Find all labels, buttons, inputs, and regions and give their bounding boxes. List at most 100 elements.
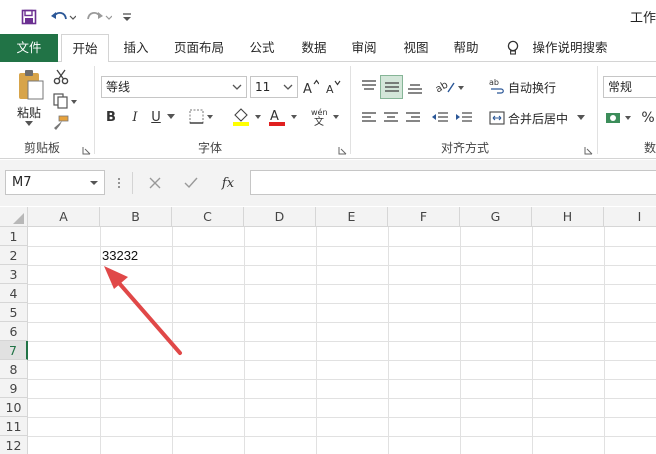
orientation-icon[interactable]: ab [434,76,468,98]
clipboard-group-label: 剪贴板 [23,141,60,155]
cut-icon[interactable] [52,68,70,86]
decrease-indent-icon[interactable] [430,108,450,128]
wrap-text-button[interactable]: 自动换行 [508,79,556,96]
formula-input[interactable] [250,170,656,195]
phonetic-guide-icon[interactable]: wén 文 [308,106,342,128]
column-header-g[interactable]: G [460,207,532,227]
font-group-label: 字体 [197,141,222,155]
font-launcher-icon[interactable] [338,144,347,155]
column-header-a[interactable]: A [28,207,100,227]
tell-me-search[interactable]: 操作说明搜索 [530,34,610,62]
formula-bar: M7 fx [0,160,656,206]
number-format-select[interactable]: 常规 [603,76,656,98]
middle-align-icon[interactable] [380,75,403,99]
borders-icon[interactable] [188,107,216,127]
font-size-value: 11 [255,80,271,94]
row-header-9[interactable]: 9 [0,379,28,398]
copy-icon[interactable] [52,92,78,110]
paste-dropdown-icon[interactable] [24,120,34,128]
customize-icon[interactable] [118,6,136,28]
column-header-i[interactable]: I [604,207,656,227]
align-left-icon[interactable] [360,108,378,128]
row-header-11[interactable]: 11 [0,417,28,436]
tab-formulas[interactable]: 公式 [242,34,282,62]
bottom-align-icon[interactable] [404,76,426,98]
row-header-1[interactable]: 1 [0,227,28,246]
ribbon-tabs: 文件 开始 插入 页面布局 公式 数据 审阅 视图 帮助 操作说明搜索 [0,34,656,63]
number-format-value: 常规 [608,80,633,94]
more-options-icon[interactable] [114,173,124,193]
svg-text:ab: ab [489,78,499,87]
insert-function-button[interactable]: fx [216,173,240,193]
group-separator [350,66,351,154]
name-box[interactable]: M7 [5,170,105,195]
column-header-h[interactable]: H [532,207,604,227]
increase-font-size-icon[interactable]: A [302,77,320,97]
merge-dropdown-icon[interactable] [576,114,586,122]
paste-icon[interactable] [14,68,48,102]
worksheet-grid[interactable]: A B C D E F G H I 1 2 3 4 5 6 7 8 9 10 1… [0,207,656,454]
underline-dropdown-icon[interactable] [166,113,176,121]
align-center-icon[interactable] [382,108,400,128]
row-header-3[interactable]: 3 [0,265,28,284]
tab-help[interactable]: 帮助 [446,34,486,62]
tab-review[interactable]: 审阅 [344,34,384,62]
align-right-icon[interactable] [404,108,422,128]
quick-access-toolbar: 工作 [0,0,656,34]
enter-icon[interactable] [182,173,200,193]
tab-home[interactable]: 开始 [61,34,109,63]
font-name-select[interactable]: 等线 [101,76,247,98]
fill-color-icon[interactable] [230,106,264,128]
top-align-icon[interactable] [358,76,380,98]
chevron-down-icon [283,77,293,105]
accounting-format-icon[interactable] [604,108,634,128]
row-header-8[interactable]: 8 [0,360,28,379]
row-header-2[interactable]: 2 [0,246,28,265]
chevron-down-icon [90,171,98,202]
cancel-icon[interactable] [146,173,164,193]
decrease-font-size-icon[interactable]: A [324,77,342,97]
gridline [28,398,656,399]
tab-insert[interactable]: 插入 [118,34,154,62]
row-header-10[interactable]: 10 [0,398,28,417]
row-header-6[interactable]: 6 [0,322,28,341]
increase-indent-icon[interactable] [454,108,474,128]
tab-data[interactable]: 数据 [294,34,334,62]
window-title: 工作 [629,11,656,26]
lightbulb-icon [504,39,522,57]
italic-button[interactable]: I [127,107,143,127]
select-all-corner[interactable] [0,207,28,227]
svg-text:wén: wén [311,107,328,117]
row-header-5[interactable]: 5 [0,303,28,322]
gridline [28,417,656,418]
tab-view[interactable]: 视图 [396,34,436,62]
format-painter-icon[interactable] [52,114,70,132]
column-header-b[interactable]: B [100,207,172,227]
percent-style-button[interactable]: % [640,108,656,128]
save-icon[interactable] [18,6,40,28]
merge-center-button[interactable]: 合并后居中 [508,110,568,127]
svg-text:A: A [303,82,312,95]
alignment-launcher-icon[interactable] [584,144,593,155]
wrap-text-icon[interactable]: ab [488,76,506,96]
undo-icon[interactable] [48,6,78,28]
column-header-d[interactable]: D [244,207,316,227]
column-header-f[interactable]: F [388,207,460,227]
paste-label[interactable]: 粘贴 [17,104,41,121]
ribbon-home: 粘贴 剪贴板 等线 11 A A B I U A wén 文 字体 ab ab … [0,62,656,159]
row-header-12[interactable]: 12 [0,436,28,454]
column-header-c[interactable]: C [172,207,244,227]
underline-button[interactable]: U [148,107,164,127]
column-header-e[interactable]: E [316,207,388,227]
bold-button[interactable]: B [103,107,119,127]
merge-center-icon[interactable] [488,108,506,128]
row-header-7[interactable]: 7 [0,341,28,360]
group-separator [94,66,95,154]
row-header-4[interactable]: 4 [0,284,28,303]
redo-icon[interactable] [84,6,114,28]
tab-page-layout[interactable]: 页面布局 [166,34,232,62]
clipboard-launcher-icon[interactable] [82,144,91,155]
font-color-icon[interactable]: A [266,106,300,128]
font-size-select[interactable]: 11 [250,76,298,98]
tab-file[interactable]: 文件 [0,34,58,62]
